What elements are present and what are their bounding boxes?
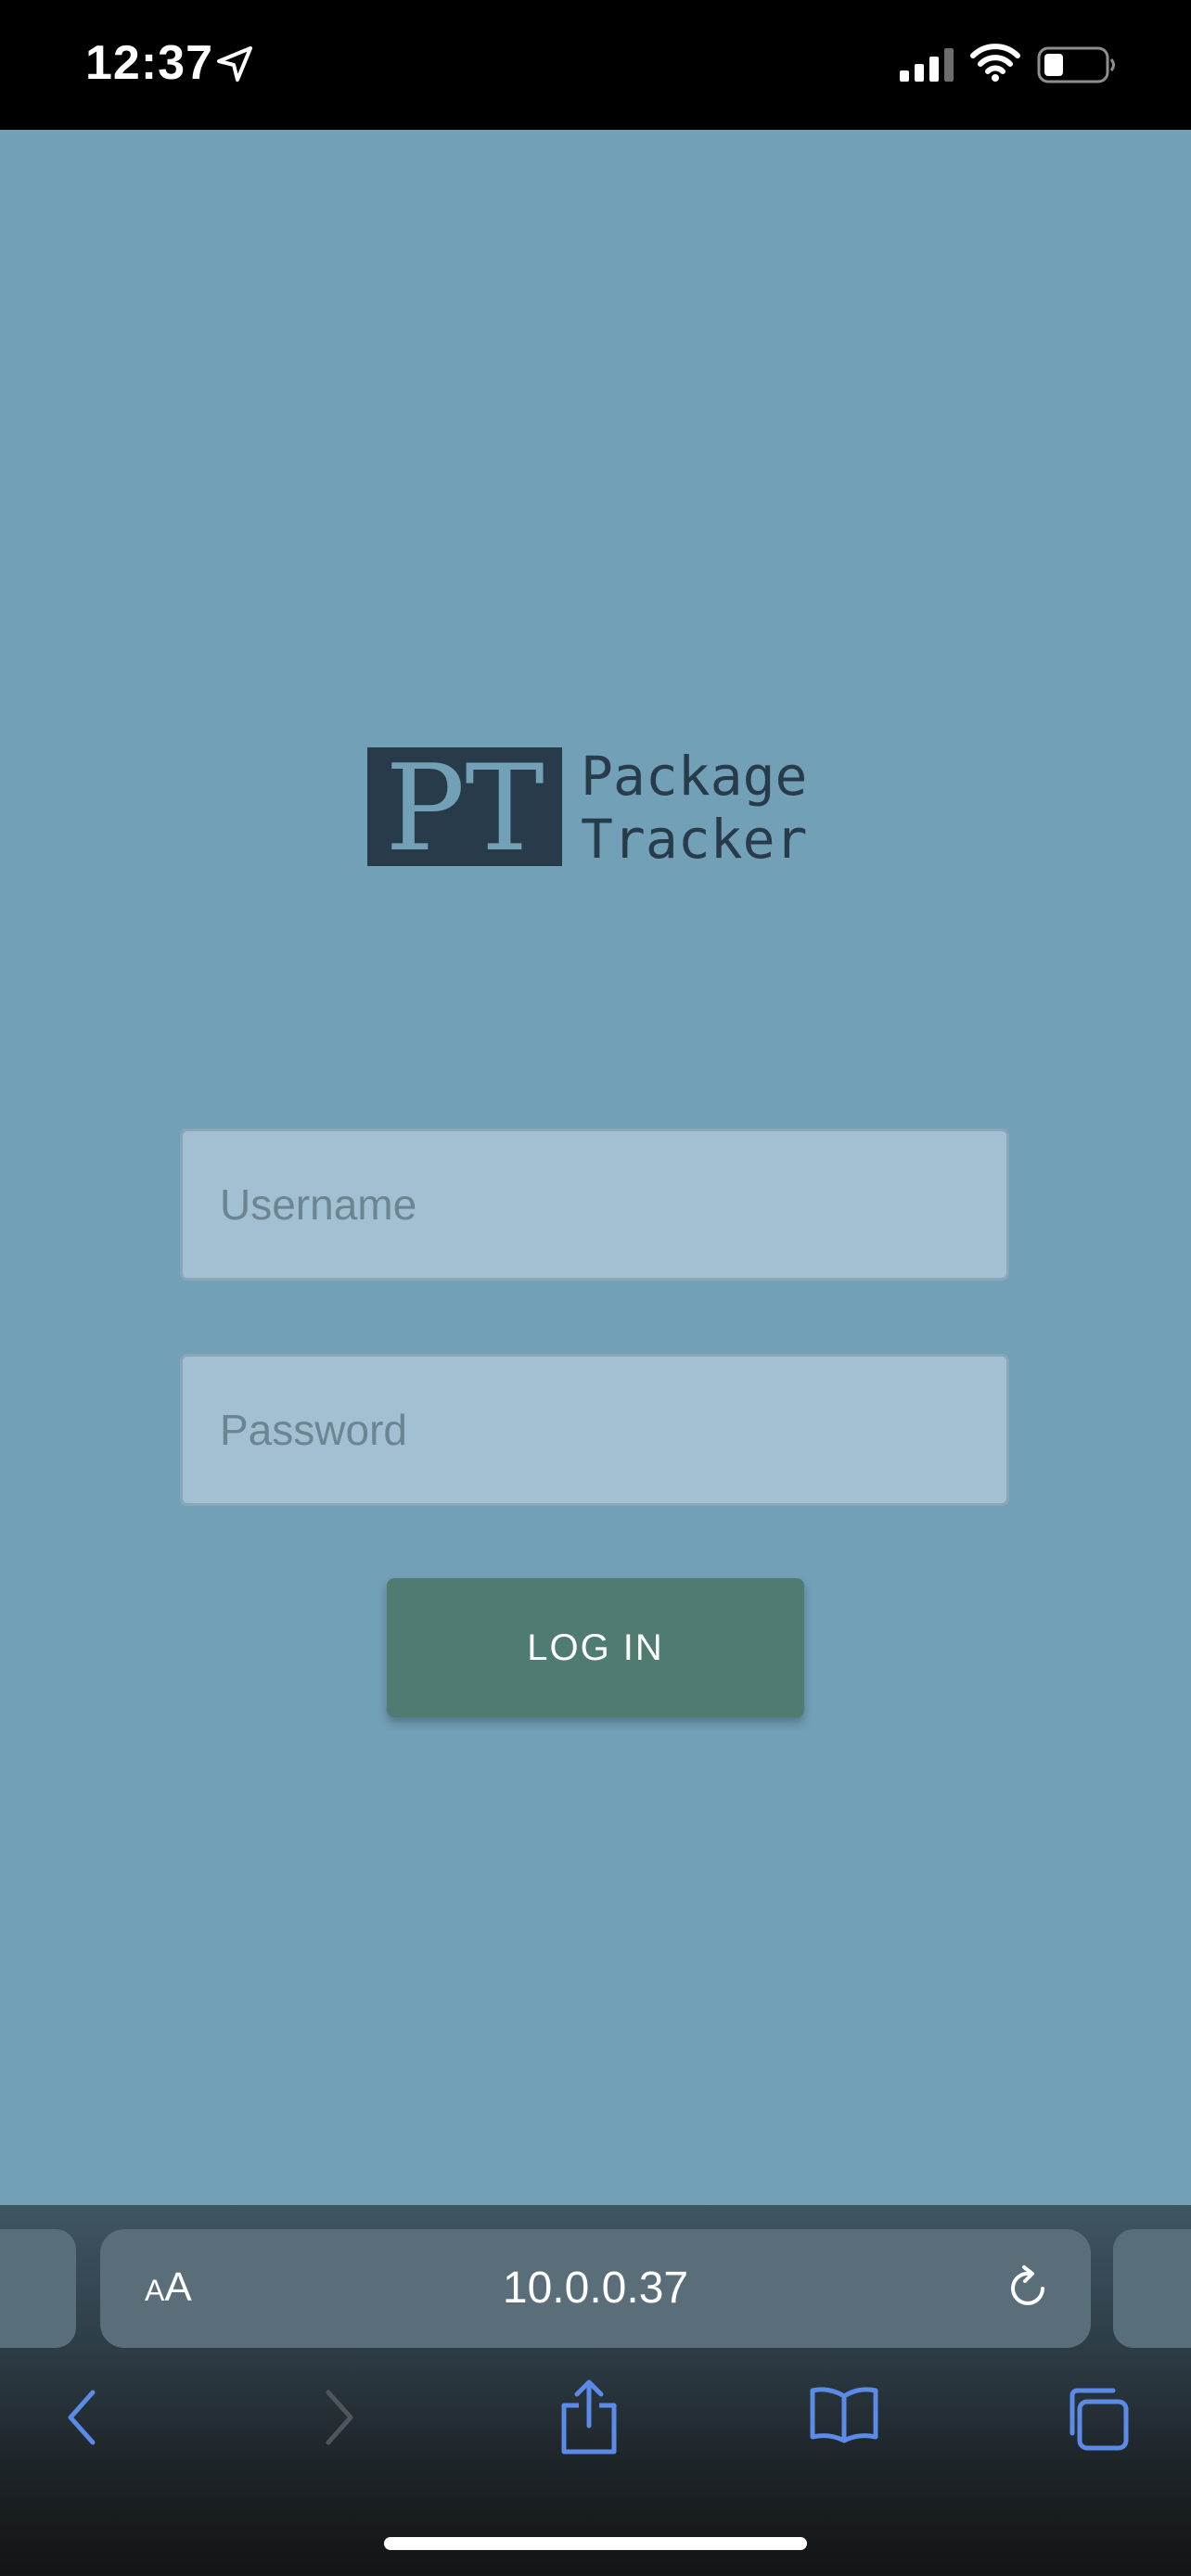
logo-word-tracker: Tracker [581, 808, 808, 871]
battery-icon [1037, 46, 1117, 88]
logo-mark-text: PT [385, 747, 544, 866]
reload-icon[interactable] [1002, 2263, 1054, 2319]
back-icon[interactable] [61, 2385, 102, 2455]
home-indicator [384, 2537, 807, 2550]
status-time: 12:37 [85, 36, 213, 90]
next-tab-preview[interactable] [1113, 2229, 1191, 2348]
tabs-icon[interactable] [1063, 2385, 1130, 2456]
wifi-icon [970, 43, 1020, 86]
browser-toolbar: AA 10.0.0.37 [0, 2205, 1191, 2576]
logo-word-package: Package [581, 745, 808, 808]
cellular-signal-icon [900, 48, 955, 86]
share-icon[interactable] [558, 2378, 620, 2460]
username-input[interactable] [180, 1129, 1009, 1281]
url-text: 10.0.0.37 [502, 2264, 689, 2313]
previous-tab-preview[interactable] [0, 2229, 76, 2348]
forward-icon[interactable] [319, 2385, 360, 2455]
logo-mark: PT [367, 740, 562, 878]
app-logo: PT Package Tracker [367, 740, 831, 878]
login-button[interactable]: LOG IN [387, 1578, 804, 1717]
password-input[interactable] [180, 1354, 1009, 1506]
address-bar[interactable]: AA 10.0.0.37 [100, 2229, 1091, 2348]
bookmarks-icon[interactable] [809, 2385, 879, 2449]
status-bar: 12:37 [0, 0, 1191, 130]
location-arrow-icon [215, 45, 254, 88]
